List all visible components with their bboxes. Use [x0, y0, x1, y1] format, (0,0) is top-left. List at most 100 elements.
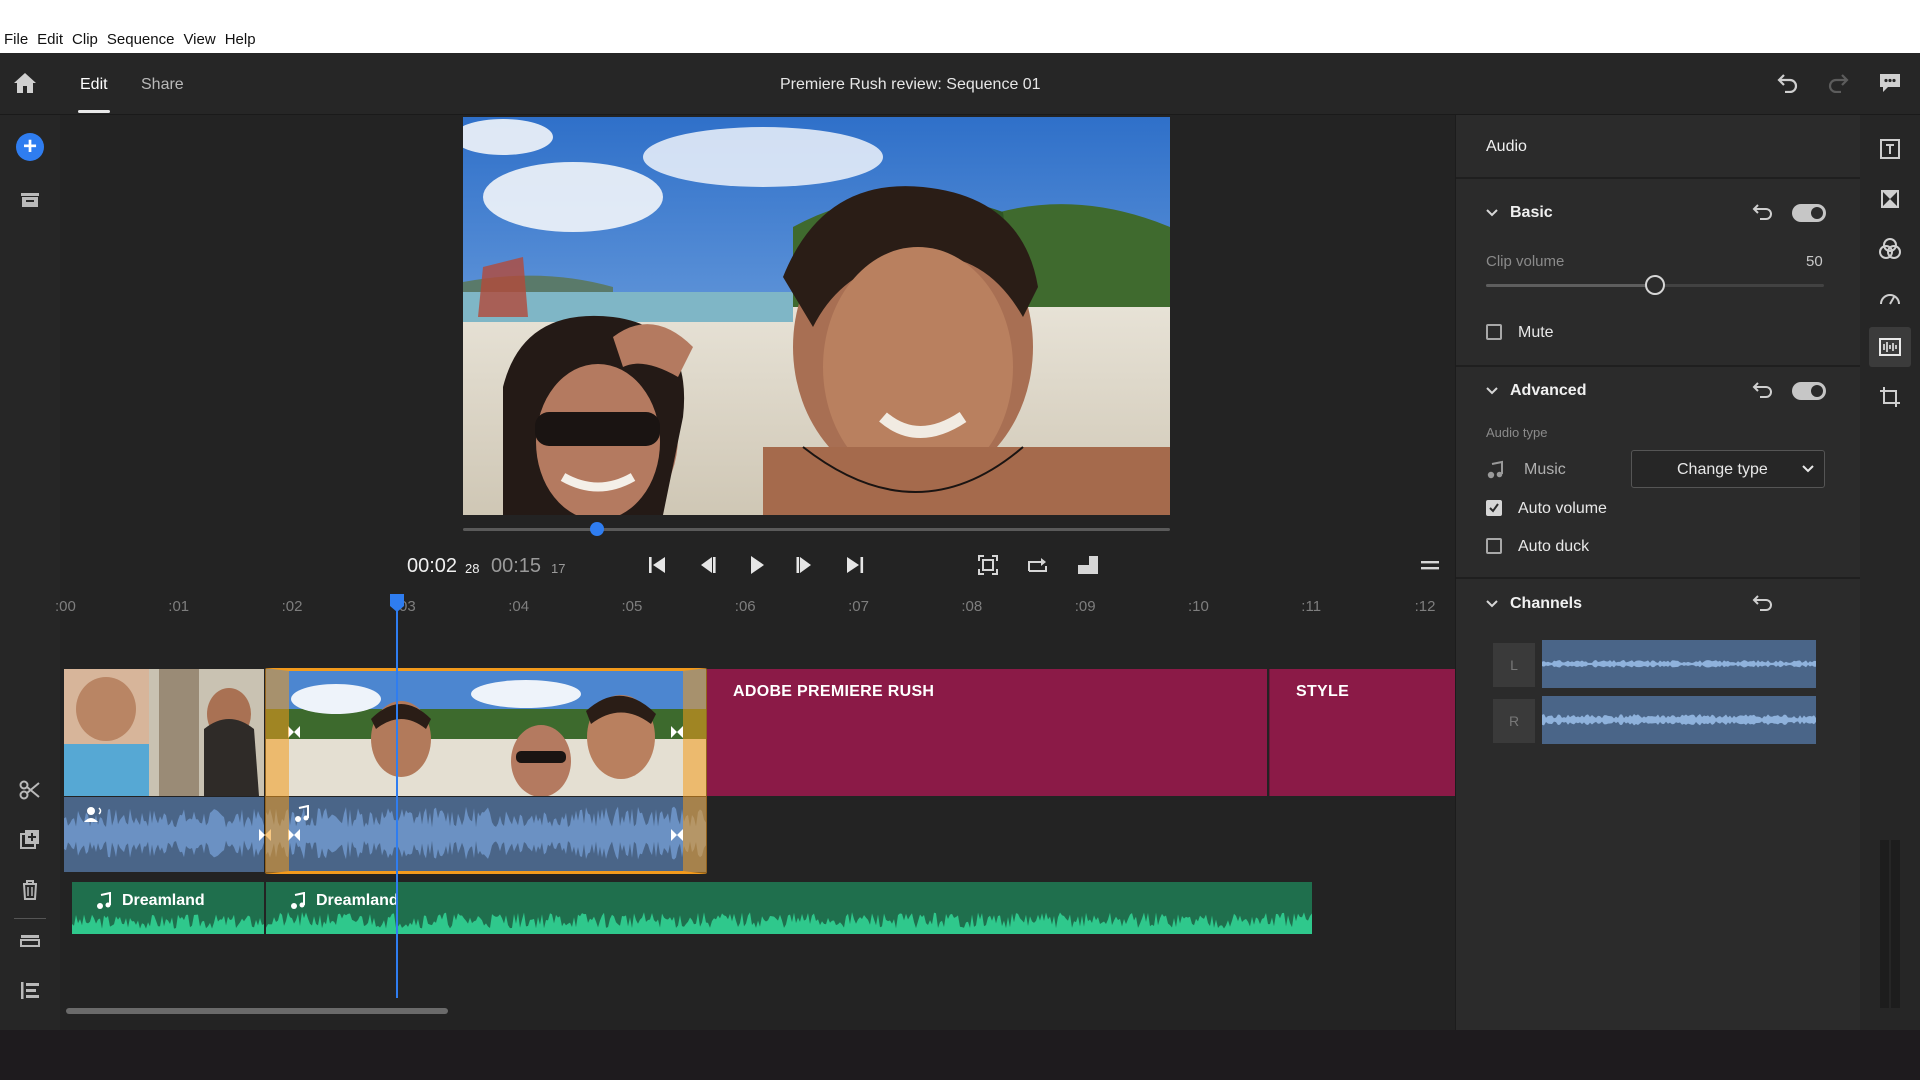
- video-clip-1[interactable]: [64, 669, 264, 796]
- menu-view[interactable]: View: [183, 31, 215, 48]
- transition-icon[interactable]: [670, 828, 684, 842]
- aspect-ratio-icon[interactable]: [1075, 552, 1101, 578]
- chevron-down-icon: [1802, 465, 1814, 473]
- color-icon[interactable]: [1878, 237, 1902, 261]
- ruler-tick-label: :05: [621, 598, 643, 615]
- advanced-toggle[interactable]: [1792, 382, 1826, 400]
- channels-section-header[interactable]: Channels: [1486, 595, 1582, 613]
- music-clip-label: Dreamland: [96, 892, 205, 910]
- timeline-horizontal-scrollbar[interactable]: [66, 1008, 448, 1014]
- music-note-icon: [97, 892, 111, 909]
- loop-icon[interactable]: [1025, 552, 1051, 578]
- duplicate-icon[interactable]: [15, 825, 45, 855]
- change-type-dropdown[interactable]: Change type: [1631, 450, 1825, 488]
- current-frames: 28: [465, 561, 480, 576]
- basic-section-header[interactable]: Basic: [1486, 204, 1553, 222]
- ruler-tick-label: :08: [961, 598, 983, 615]
- menu-file[interactable]: File: [4, 31, 28, 48]
- ruler-tick-label: :11: [1301, 598, 1322, 615]
- tab-share[interactable]: Share: [141, 76, 184, 94]
- track-controls-icon[interactable]: [15, 925, 45, 955]
- menu-clip[interactable]: Clip: [72, 31, 98, 48]
- current-timecode: 00:02: [407, 555, 458, 577]
- mute-checkbox[interactable]: [1486, 324, 1502, 340]
- music-clip-1[interactable]: Dreamland: [72, 882, 264, 934]
- playhead-line: [396, 608, 398, 998]
- titles-icon[interactable]: [1878, 137, 1902, 161]
- title-clip-style[interactable]: STYLE: [1269, 669, 1455, 796]
- step-back-icon[interactable]: [694, 552, 720, 578]
- audio-waveform: [266, 806, 706, 860]
- music-note-icon: [295, 805, 309, 822]
- main-editor: 00:02 28 00:15 17:00:01:02:03:04:0…: [55, 115, 1455, 1030]
- transition-icon[interactable]: [287, 725, 301, 739]
- go-to-end-icon[interactable]: [842, 552, 868, 578]
- menu-bar: File Edit Clip Sequence View Help: [0, 0, 1920, 53]
- step-forward-icon[interactable]: [792, 552, 818, 578]
- auto-volume-checkbox[interactable]: [1486, 500, 1502, 516]
- audio-settings-icon[interactable]: [1878, 335, 1902, 359]
- ruler-tick-label: :02: [281, 598, 303, 615]
- menu-edit[interactable]: Edit: [37, 31, 63, 48]
- duration-timecode: 00:15: [491, 555, 542, 577]
- audio-type-label: Audio type: [1486, 425, 1548, 440]
- advanced-section-header[interactable]: Advanced: [1486, 382, 1586, 400]
- tab-edit[interactable]: Edit: [80, 76, 108, 94]
- music-note-icon: [1487, 460, 1503, 479]
- timeline-view-icon[interactable]: [15, 975, 45, 1005]
- chevron-down-icon: [1486, 600, 1498, 608]
- add-media-button[interactable]: +: [16, 133, 44, 161]
- ruler-tick-label: :01: [168, 598, 190, 615]
- speed-icon[interactable]: [1878, 287, 1902, 311]
- basic-toggle[interactable]: [1792, 204, 1826, 222]
- music-clip-2[interactable]: Dreamland: [266, 882, 1312, 934]
- video-preview[interactable]: [463, 117, 1170, 515]
- undo-icon[interactable]: [1776, 71, 1800, 93]
- go-to-start-icon[interactable]: [644, 552, 670, 578]
- transition-icon[interactable]: [258, 828, 272, 842]
- title-clip-premiere-rush[interactable]: ADOBE PREMIERE RUSH: [707, 669, 1267, 796]
- right-channel-toggle[interactable]: R: [1493, 699, 1535, 743]
- chevron-down-icon: [1486, 209, 1498, 217]
- menu-help[interactable]: Help: [225, 31, 256, 48]
- clip-volume-value: 50: [1806, 253, 1823, 270]
- clip-volume-handle[interactable]: [1645, 275, 1665, 295]
- transitions-icon[interactable]: [1878, 187, 1902, 211]
- video-clip-2[interactable]: [266, 669, 706, 796]
- timeline-menu-icon[interactable]: [1417, 552, 1443, 578]
- playhead-handle[interactable]: [389, 593, 405, 613]
- clip-volume-label: Clip volume: [1486, 253, 1565, 270]
- feedback-icon[interactable]: [1878, 72, 1902, 94]
- redo-icon[interactable]: [1826, 71, 1850, 93]
- auto-duck-label: Auto duck: [1518, 538, 1590, 555]
- left-channel-toggle[interactable]: L: [1493, 643, 1535, 687]
- preview-scrubber[interactable]: [463, 522, 1170, 536]
- audio-clip-1[interactable]: [64, 797, 264, 872]
- panel-title: Audio: [1486, 138, 1527, 155]
- ruler-tick-label: :12: [1414, 598, 1436, 615]
- reset-channels-icon[interactable]: [1752, 593, 1774, 613]
- scrubber-handle[interactable]: [590, 522, 605, 536]
- split-icon[interactable]: [15, 775, 45, 805]
- menu-sequence[interactable]: Sequence: [107, 31, 175, 48]
- reset-advanced-icon[interactable]: [1752, 380, 1774, 400]
- premiere-rush-app: File Edit Clip Sequence View Help Edit S…: [0, 0, 1920, 1080]
- home-icon[interactable]: [13, 72, 37, 94]
- delete-icon[interactable]: [15, 875, 45, 905]
- projects-icon[interactable]: [15, 185, 45, 215]
- play-icon[interactable]: [743, 552, 769, 578]
- reset-basic-icon[interactable]: [1752, 202, 1774, 222]
- transition-icon[interactable]: [287, 828, 301, 842]
- left-channel-waveform: [1542, 640, 1816, 688]
- audio-clip-2[interactable]: [266, 797, 706, 872]
- transition-icon[interactable]: [670, 725, 684, 739]
- audio-meter-right: [1891, 840, 1900, 1008]
- fullscreen-icon[interactable]: [975, 552, 1001, 578]
- auto-duck-checkbox[interactable]: [1486, 538, 1502, 554]
- duration-frames: 17: [551, 561, 566, 576]
- right-channel-waveform: [1542, 696, 1816, 744]
- clip-volume-slider[interactable]: [1486, 275, 1824, 295]
- panel-separator: [1456, 365, 1860, 367]
- ruler-tick-label: :00: [55, 598, 76, 615]
- crop-icon[interactable]: [1878, 385, 1902, 409]
